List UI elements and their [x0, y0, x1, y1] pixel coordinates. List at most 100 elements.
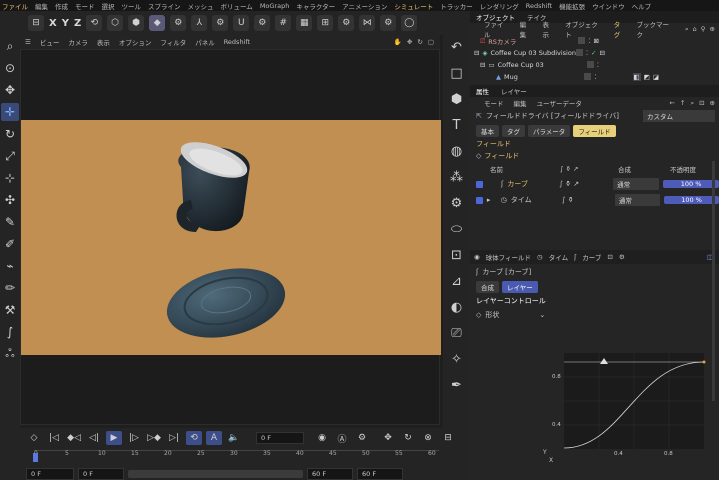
render-region-icon[interactable]: ⊞	[317, 15, 334, 31]
axis-mode-icon[interactable]: ⅄	[191, 15, 208, 31]
transform-tool-icon[interactable]: ⊹	[1, 169, 19, 187]
spline-smooth-icon[interactable]: ⌁	[1, 257, 19, 275]
go-to-end-icon[interactable]: ▷|	[166, 431, 182, 445]
knife-tool-icon[interactable]: ⚒	[1, 301, 19, 319]
move-view-icon[interactable]: ✥	[407, 38, 412, 46]
vp-menu-view[interactable]: ビュー	[40, 37, 60, 47]
tab-attributes[interactable]: 属性	[476, 86, 489, 96]
menu-character[interactable]: キャラクター	[296, 1, 335, 11]
subtab-tag[interactable]: タグ	[502, 124, 525, 137]
loop-icon[interactable]: ⟲	[186, 431, 202, 445]
spline-arc-icon[interactable]: ∫	[1, 323, 19, 341]
subtab-blend[interactable]: 合成	[476, 281, 499, 293]
light-icon[interactable]: ✧	[447, 349, 467, 369]
up-arrow-icon[interactable]: ↑	[680, 99, 685, 108]
subtab-field[interactable]: フィールド	[573, 124, 616, 137]
tab-time[interactable]: タイム	[549, 252, 568, 262]
settings-icon[interactable]: ⚙	[619, 253, 625, 261]
menu-mograph[interactable]: MoGraph	[260, 2, 290, 10]
placement-tool-icon[interactable]: ✣	[1, 191, 19, 209]
curve-graph[interactable]: 0.8 0.4 0.4 0.8 Y X	[543, 349, 712, 464]
edges-mode-icon[interactable]: ⬢	[128, 15, 145, 31]
menu-spline[interactable]: スプライン	[148, 1, 181, 11]
polygons-mode-icon[interactable]: ⚙	[170, 15, 187, 31]
vp-menu-filter[interactable]: フィルタ	[160, 37, 186, 47]
render-settings-icon[interactable]: ⚙	[338, 15, 355, 31]
scene-node-icon[interactable]: ◐	[447, 297, 467, 317]
new-window-icon[interactable]: ⊕	[710, 25, 715, 34]
next-key-icon[interactable]: ▷◆	[146, 431, 162, 445]
filter-icon[interactable]: ⚲	[701, 25, 706, 34]
undo-icon[interactable]: ⊟	[28, 15, 44, 31]
snap-settings-icon[interactable]: ⚙	[254, 15, 271, 31]
visibility-dots-icon[interactable]: ⁚	[586, 49, 588, 57]
add-field-icon[interactable]: ⊡	[607, 253, 612, 261]
blend-mode-dropdown[interactable]: 通常	[614, 194, 661, 206]
spline-sketch-icon[interactable]: ✐	[1, 235, 19, 253]
home-icon[interactable]: ⌂	[693, 25, 697, 34]
object-row-subdivision[interactable]: ⊟ ◈ Coffee Cup 03 Subdivision ⁚ ✓ ⊟	[470, 47, 719, 59]
play-button-icon[interactable]: ▶	[106, 431, 122, 445]
pen-icon[interactable]: ✒	[447, 375, 467, 395]
move-gear-icon[interactable]: ✥	[1, 81, 19, 99]
new-window-icon[interactable]: ⊕	[710, 99, 715, 108]
blend-mode-dropdown[interactable]: 通常	[613, 178, 660, 190]
autokey-circle-icon[interactable]: Ⓐ	[334, 431, 350, 445]
expand-diamond-icon[interactable]: ◇	[476, 152, 481, 160]
key-settings-icon[interactable]: ⚙	[354, 431, 370, 445]
zoom-search-icon[interactable]: ⌕	[1, 37, 19, 55]
text-tool-icon[interactable]: T	[447, 115, 467, 135]
collapse-icon[interactable]: ⊟	[474, 49, 479, 57]
vp-menu-options[interactable]: オプション	[119, 37, 152, 47]
keyframe-scale-icon[interactable]: ⊗	[420, 431, 436, 445]
lock-icon[interactable]: ⊡	[699, 99, 704, 108]
preview-start-field[interactable]: 0 F	[78, 468, 124, 480]
field-capsule-icon[interactable]: ⬭	[447, 219, 467, 239]
autokey-icon[interactable]: A	[206, 431, 222, 445]
layer-name[interactable]: タイム	[511, 195, 558, 205]
attr-menu-edit[interactable]: 編集	[514, 98, 527, 108]
spline-plus-icon[interactable]: ⊡	[447, 245, 467, 265]
preview-end-field[interactable]: 60 F	[307, 468, 353, 480]
x-axis-toggle[interactable]: X	[49, 18, 57, 29]
menu-render[interactable]: レンダリング	[480, 1, 519, 11]
coordinate-system-icon[interactable]: ⟲	[86, 15, 103, 31]
search-icon[interactable]: ⌕	[690, 99, 694, 108]
range-slider[interactable]	[128, 470, 303, 478]
visibility-dots-icon[interactable]: ⁚	[588, 37, 590, 45]
record-icon[interactable]: ◉	[314, 431, 330, 445]
panel-scrollbar[interactable]	[712, 161, 715, 401]
vp-menu-display[interactable]: 表示	[97, 37, 110, 47]
field-layer-row[interactable]: ▸ ◷ タイム ∫ ⚱ 通常 100 %	[470, 192, 719, 208]
current-frame-field[interactable]: 0 F	[256, 432, 304, 444]
range-start-field[interactable]: 0 F	[26, 468, 74, 480]
menu-volume[interactable]: ボリューム	[221, 1, 253, 11]
collapse-icon[interactable]: ⊟	[480, 61, 485, 69]
viewport-hamburger-icon[interactable]: ☰	[25, 38, 31, 46]
om-menu-bookmarks[interactable]: ブックマーク	[637, 19, 675, 39]
expand-arrow-icon[interactable]: ▸	[487, 196, 497, 204]
menu-simulate[interactable]: シミュレート	[394, 1, 433, 11]
menu-edit[interactable]: 編集	[35, 1, 48, 11]
material-tag-icon[interactable]: ◩	[644, 73, 650, 81]
menu-file[interactable]: ファイル	[2, 1, 28, 11]
object-row-coffee-cup[interactable]: ⊟ ▭ Coffee Cup 03 ⁚	[470, 59, 719, 71]
camera-icon[interactable]: ⎚	[447, 323, 467, 343]
workplane-icon[interactable]: ▦	[296, 15, 313, 31]
search-icon[interactable]: ⌕	[685, 25, 689, 34]
tab-curve[interactable]: カーブ	[582, 252, 601, 262]
deformer-gear-icon[interactable]: ⚙	[447, 193, 467, 213]
subdivision-icon[interactable]: ◍	[447, 141, 467, 161]
pan-hand-icon[interactable]: ✋	[394, 38, 402, 46]
enabled-check-icon[interactable]: ✓	[591, 49, 596, 57]
move-tool-icon[interactable]: ✛	[1, 103, 19, 121]
menu-tools[interactable]: ツール	[122, 1, 142, 11]
cube-3d-icon[interactable]: ⬢	[447, 89, 467, 109]
attr-menu-userdata[interactable]: ユーザーデータ	[537, 98, 582, 108]
opacity-slider[interactable]: 100 %	[664, 196, 719, 204]
camera-tag-icon[interactable]: ⊠	[594, 37, 599, 45]
subtab-parameter[interactable]: パラメータ	[528, 124, 571, 137]
layer-enable-checkbox[interactable]	[476, 196, 483, 204]
symmetry-icon[interactable]: ⋈	[359, 15, 376, 31]
menu-tracker[interactable]: トラッカー	[440, 1, 473, 11]
